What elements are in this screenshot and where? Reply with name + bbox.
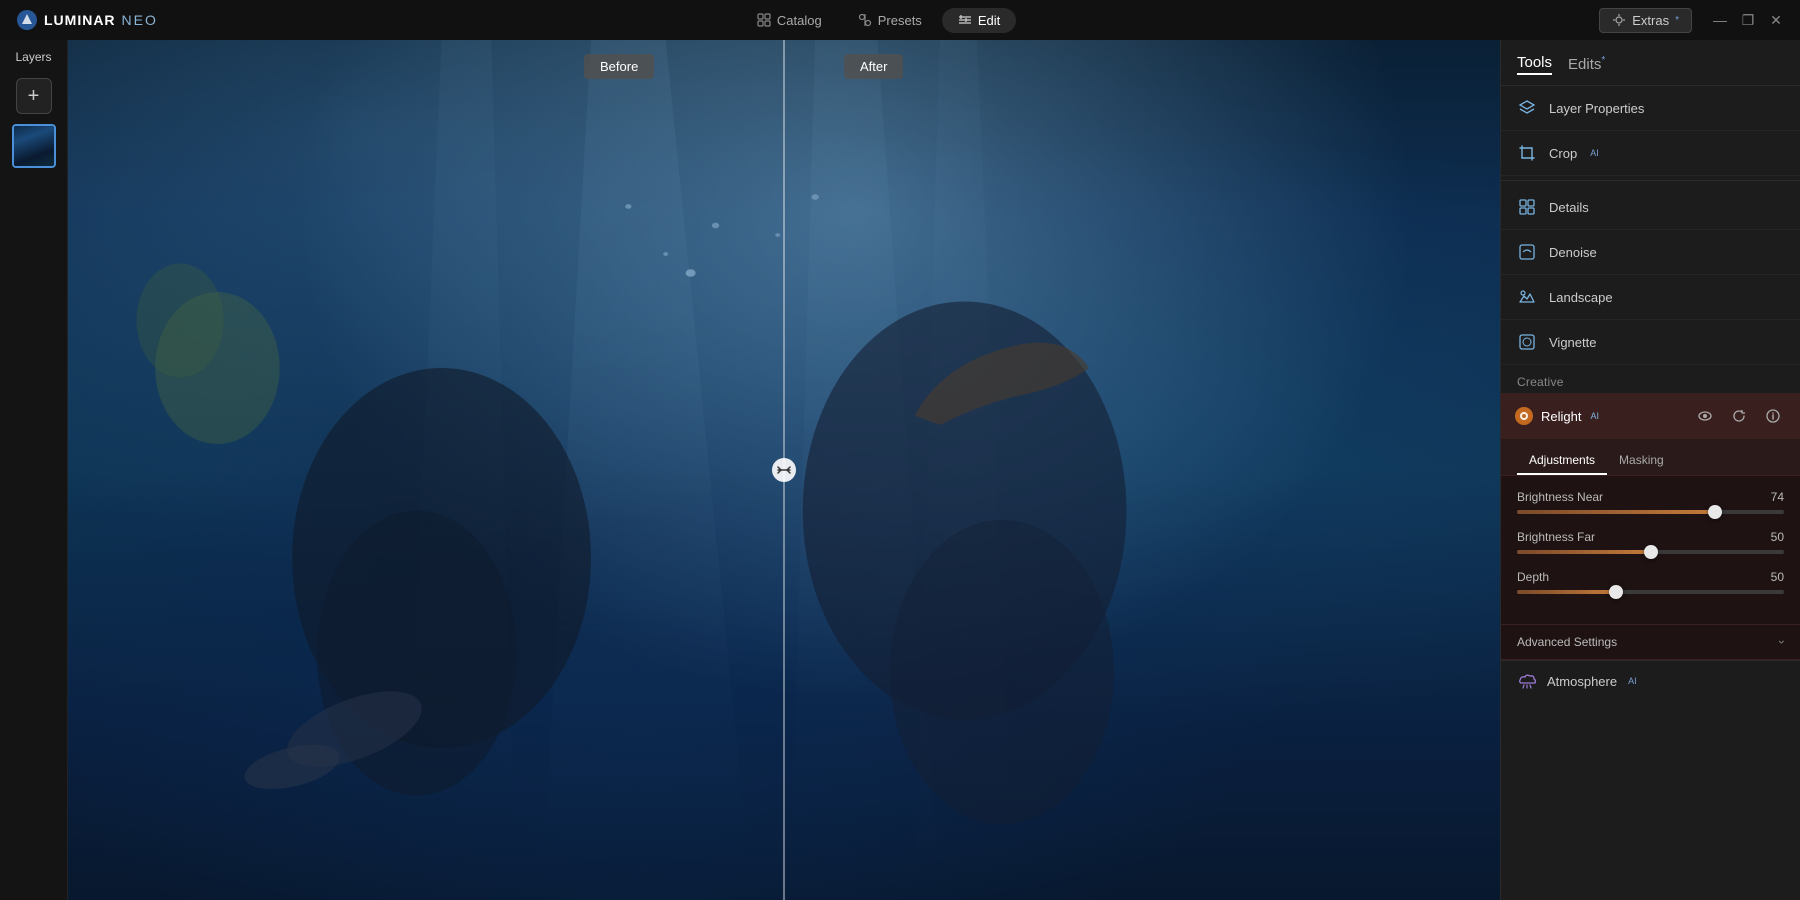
extras-icon [1612, 13, 1626, 27]
creative-category: Creative [1501, 365, 1800, 393]
crop-label: Crop [1549, 146, 1577, 161]
relight-tab-adjustments[interactable]: Adjustments [1517, 447, 1607, 475]
layer-thumbnail-1[interactable] [12, 124, 56, 168]
section-vignette[interactable]: Vignette [1501, 320, 1800, 365]
title-bar: LUMINAR NEO Catalog Presets [0, 0, 1800, 40]
before-after-container: Before After [68, 40, 1500, 900]
relight-icon [1515, 407, 1533, 425]
extras-button[interactable]: Extras * [1599, 8, 1692, 33]
relight-tabs: Adjustments Masking [1501, 439, 1800, 476]
brightness-near-track[interactable] [1517, 510, 1784, 514]
brightness-near-label: Brightness Near [1517, 490, 1603, 504]
canvas-area: Before After [68, 40, 1500, 900]
maximize-button[interactable]: ❐ [1740, 12, 1756, 28]
panel-header: Tools Edits* [1501, 40, 1800, 86]
brightness-near-value: 74 [1760, 490, 1784, 504]
minimize-button[interactable]: — [1712, 12, 1728, 28]
denoise-label: Denoise [1549, 245, 1597, 260]
advanced-settings-row[interactable]: Advanced Settings › [1501, 624, 1800, 659]
brightness-near-thumb[interactable] [1708, 505, 1722, 519]
relight-visibility-button[interactable] [1692, 403, 1718, 429]
catalog-icon [757, 13, 771, 27]
atmosphere-label: Atmosphere [1547, 674, 1617, 689]
details-label: Details [1549, 200, 1589, 215]
section-denoise[interactable]: Denoise [1501, 230, 1800, 275]
main-layout: Layers + [0, 40, 1800, 900]
relight-reset-button[interactable] [1726, 403, 1752, 429]
section-atmosphere[interactable]: Atmosphere AI [1501, 660, 1800, 701]
layers-icon [1517, 98, 1537, 118]
advanced-chevron-icon: › [1775, 640, 1789, 644]
slider-brightness-far: Brightness Far 50 [1517, 530, 1784, 554]
close-button[interactable]: ✕ [1768, 12, 1784, 28]
tab-tools[interactable]: Tools [1517, 54, 1552, 75]
depth-value: 50 [1760, 570, 1784, 584]
before-button[interactable]: Before [584, 54, 654, 79]
relight-panel: Relight AI [1501, 393, 1800, 660]
brightness-far-track[interactable] [1517, 550, 1784, 554]
relight-tab-masking[interactable]: Masking [1607, 447, 1676, 475]
logo-luminar: LUMINAR [44, 12, 116, 28]
depth-label: Depth [1517, 570, 1549, 584]
relight-info-button[interactable] [1760, 403, 1786, 429]
nav-presets[interactable]: Presets [842, 8, 938, 33]
details-icon [1517, 197, 1537, 217]
brightness-near-fill [1517, 510, 1715, 514]
right-panel: Tools Edits* Layer Properties [1500, 40, 1800, 900]
after-button[interactable]: After [844, 54, 903, 79]
divider-1 [1501, 180, 1800, 181]
nav-catalog[interactable]: Catalog [741, 8, 838, 33]
landscape-icon [1517, 287, 1537, 307]
nav-edit[interactable]: Edit [942, 8, 1016, 33]
advanced-settings-label: Advanced Settings [1517, 635, 1617, 649]
relight-sliders-content: Brightness Near 74 Brightness Far 50 [1501, 476, 1800, 624]
denoise-icon [1517, 242, 1537, 262]
edit-icon [958, 13, 972, 27]
relight-header[interactable]: Relight AI [1501, 393, 1800, 439]
section-landscape[interactable]: Landscape [1501, 275, 1800, 320]
brightness-far-fill [1517, 550, 1651, 554]
section-details[interactable]: Details [1501, 185, 1800, 230]
app-logo: LUMINAR NEO [16, 9, 158, 31]
depth-fill [1517, 590, 1616, 594]
vignette-icon [1517, 332, 1537, 352]
split-handle-icon [777, 463, 791, 477]
logo-neo: NEO [122, 12, 158, 28]
title-bar-right: Extras * — ❐ ✕ [1599, 8, 1784, 33]
brightness-far-value: 50 [1760, 530, 1784, 544]
depth-thumb[interactable] [1609, 585, 1623, 599]
add-layer-button[interactable]: + [16, 78, 52, 114]
split-divider-handle[interactable] [772, 458, 796, 482]
section-crop[interactable]: Crop AI [1501, 131, 1800, 176]
brightness-far-label: Brightness Far [1517, 530, 1595, 544]
relight-actions [1692, 403, 1786, 429]
vignette-label: Vignette [1549, 335, 1596, 350]
nav-bar: Catalog Presets Edit [741, 8, 1016, 33]
layers-title: Layers [15, 50, 51, 64]
tab-edits[interactable]: Edits* [1568, 55, 1605, 75]
section-layer-properties[interactable]: Layer Properties [1501, 86, 1800, 131]
relight-header-left: Relight AI [1515, 407, 1599, 425]
window-controls: — ❐ ✕ [1712, 12, 1784, 28]
slider-brightness-near: Brightness Near 74 [1517, 490, 1784, 514]
presets-icon [858, 13, 872, 27]
slider-depth: Depth 50 [1517, 570, 1784, 594]
layer-thumb-image [14, 126, 54, 166]
crop-icon [1517, 143, 1537, 163]
layers-panel: Layers + [0, 40, 68, 900]
depth-track[interactable] [1517, 590, 1784, 594]
logo-icon [16, 9, 38, 31]
relight-label: Relight [1541, 409, 1581, 424]
layer-properties-label: Layer Properties [1549, 101, 1644, 116]
landscape-label: Landscape [1549, 290, 1613, 305]
brightness-far-thumb[interactable] [1644, 545, 1658, 559]
atmosphere-icon [1517, 671, 1537, 691]
